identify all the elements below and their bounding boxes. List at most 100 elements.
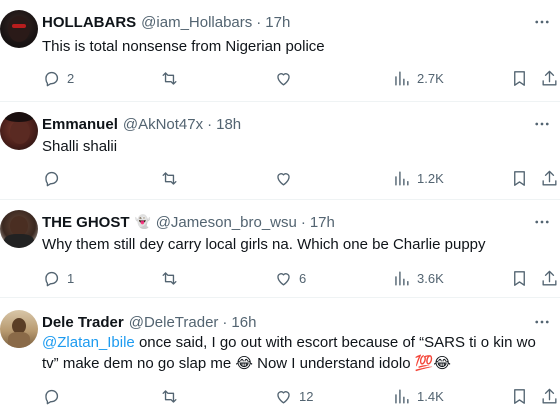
tweet-hollabars[interactable]: HOLLABARS @iam_Hollabars · 17h This is t…	[0, 0, 560, 102]
retweet-button[interactable]	[160, 68, 185, 88]
tweet-the-ghost[interactable]: THE GHOST 👻 @Jameson_bro_wsu · 17h Why t…	[0, 200, 560, 298]
mention-link[interactable]: @Zlatan_Ibile	[42, 334, 135, 351]
action-bar: 2 2.7K	[0, 68, 560, 88]
reply-icon	[45, 171, 59, 186]
bookmark-icon	[514, 388, 525, 404]
display-name[interactable]: Emmanuel	[42, 116, 118, 133]
views-count: 3.6K	[417, 270, 444, 286]
like-icon	[277, 172, 290, 186]
avatar[interactable]	[0, 10, 38, 48]
like-icon	[277, 390, 290, 404]
avatar[interactable]	[0, 112, 38, 150]
like-button[interactable]: 6	[274, 268, 306, 288]
bookmark-button[interactable]	[510, 268, 529, 288]
separator-dot: ·	[300, 213, 306, 231]
like-button[interactable]	[274, 68, 299, 88]
tweet-text: Why them still dey carry local girls na.…	[42, 236, 486, 253]
more-icon[interactable]	[532, 114, 552, 134]
bookmark-button[interactable]	[510, 168, 529, 188]
like-button[interactable]: 12	[274, 386, 313, 406]
like-icon	[277, 72, 290, 86]
reply-button[interactable]	[42, 168, 67, 188]
views-icon	[395, 70, 409, 86]
share-icon	[542, 388, 557, 404]
tweet-header: THE GHOST 👻 @Jameson_bro_wsu · 17h	[42, 212, 335, 232]
tweet-header: Dele Trader @DeleTrader · 16h	[42, 312, 256, 332]
bookmark-icon	[514, 70, 525, 86]
bookmark-button[interactable]	[510, 68, 529, 88]
retweet-button[interactable]	[160, 386, 185, 406]
timestamp[interactable]: 17h	[265, 14, 290, 31]
reply-count: 1	[67, 270, 75, 286]
share-icon	[542, 170, 557, 186]
separator-dot: ·	[207, 115, 213, 133]
retweet-button[interactable]	[160, 168, 185, 188]
reply-feed: HOLLABARS @iam_Hollabars · 17h This is t…	[0, 0, 560, 420]
share-icon	[542, 270, 557, 286]
timestamp[interactable]: 17h	[310, 214, 335, 231]
action-bar: 1 6 3.6K	[0, 268, 560, 288]
like-icon	[277, 272, 290, 286]
tweet-header: Emmanuel @AkNot47x · 18h	[42, 114, 241, 134]
tweet-text: This is total nonsense from Nigerian pol…	[42, 38, 325, 55]
avatar[interactable]	[0, 210, 38, 248]
views-icon	[395, 170, 409, 186]
views-count: 1.2K	[417, 170, 444, 186]
views-count: 1.4K	[417, 388, 444, 404]
tweet-text: @Zlatan_Ibile once said, I go out with e…	[42, 332, 552, 378]
reply-button[interactable]: 2	[42, 68, 74, 88]
retweet-icon	[162, 271, 177, 285]
share-icon	[542, 70, 557, 86]
tweet-text-line-2: tv” make dem no go slap me 😂 Now I under…	[42, 355, 451, 372]
like-count: 6	[299, 270, 307, 286]
avatar[interactable]	[0, 310, 38, 348]
reply-icon	[45, 271, 59, 286]
reply-icon	[45, 71, 59, 86]
action-bar: 12 1.4K	[0, 386, 560, 406]
views-button[interactable]: 1.2K	[392, 168, 444, 188]
share-button[interactable]	[540, 68, 559, 88]
views-icon	[395, 270, 409, 286]
bookmark-icon	[514, 270, 525, 286]
ghost-emoji: 👻	[134, 214, 151, 229]
user-handle[interactable]: @Jameson_bro_wsu	[156, 214, 297, 231]
reply-button[interactable]	[42, 386, 67, 406]
reply-button[interactable]: 1	[42, 268, 74, 288]
views-button[interactable]: 1.4K	[392, 386, 444, 406]
more-icon[interactable]	[532, 212, 552, 232]
views-count: 2.7K	[417, 70, 444, 86]
display-name[interactable]: THE GHOST	[42, 214, 130, 231]
tweet-text-line-1: once said, I go out with escort because …	[134, 334, 536, 351]
share-button[interactable]	[540, 386, 559, 406]
like-count: 12	[299, 388, 314, 404]
bookmark-button[interactable]	[510, 386, 529, 406]
display-name[interactable]: Dele Trader	[42, 314, 124, 331]
tweet-header: HOLLABARS @iam_Hollabars · 17h	[42, 12, 290, 32]
separator-dot: ·	[256, 13, 262, 31]
retweet-button[interactable]	[160, 268, 185, 288]
user-handle[interactable]: @AkNot47x	[123, 116, 203, 133]
views-button[interactable]: 2.7K	[392, 68, 444, 88]
user-handle[interactable]: @DeleTrader	[129, 314, 219, 331]
more-icon[interactable]	[532, 12, 552, 32]
views-button[interactable]: 3.6K	[392, 268, 444, 288]
views-icon	[395, 388, 409, 404]
timestamp[interactable]: 18h	[216, 116, 241, 133]
action-bar: 1.2K	[0, 168, 560, 188]
tweet-dele-trader[interactable]: Dele Trader @DeleTrader · 16h @Zlatan_Ib…	[0, 298, 560, 420]
timestamp[interactable]: 16h	[231, 314, 256, 331]
tweet-text: Shalli shalii	[42, 138, 118, 155]
retweet-icon	[162, 71, 177, 85]
share-button[interactable]	[540, 268, 559, 288]
display-name[interactable]: HOLLABARS	[42, 14, 136, 31]
reply-icon	[45, 389, 59, 404]
separator-dot: ·	[222, 313, 228, 331]
more-icon[interactable]	[532, 312, 552, 332]
retweet-icon	[162, 389, 177, 403]
reply-count: 2	[67, 70, 75, 86]
tweet-emmanuel[interactable]: Emmanuel @AkNot47x · 18h Shalli shalii 1…	[0, 102, 560, 200]
retweet-icon	[162, 171, 177, 185]
like-button[interactable]	[274, 168, 299, 188]
user-handle[interactable]: @iam_Hollabars	[141, 14, 252, 31]
share-button[interactable]	[540, 168, 559, 188]
